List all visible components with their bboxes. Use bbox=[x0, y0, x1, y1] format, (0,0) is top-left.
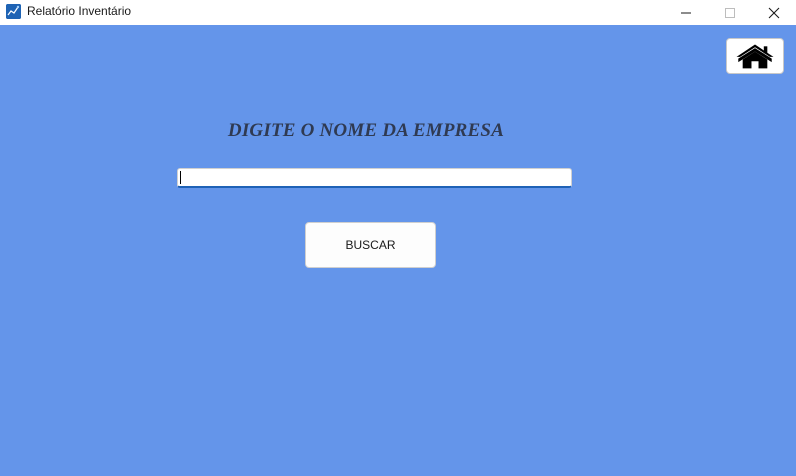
app-icon bbox=[6, 4, 21, 19]
close-icon bbox=[768, 7, 780, 18]
company-name-prompt: DIGITE O NOME DA EMPRESA bbox=[227, 120, 505, 141]
maximize-icon bbox=[725, 7, 735, 18]
window-title: Relatório Inventário bbox=[27, 4, 132, 18]
company-name-input[interactable] bbox=[177, 168, 572, 188]
text-caret bbox=[180, 171, 181, 184]
maximize-button[interactable] bbox=[708, 0, 752, 25]
home-icon bbox=[736, 44, 774, 69]
title-bar[interactable]: Relatório Inventário bbox=[0, 0, 796, 25]
app-window: Relatório Inventário DIGITE O NOME DA EM bbox=[0, 0, 796, 476]
home-button[interactable] bbox=[726, 38, 784, 74]
search-button[interactable]: BUSCAR bbox=[305, 222, 436, 268]
minimize-button[interactable] bbox=[664, 0, 708, 25]
minimize-icon bbox=[681, 12, 691, 13]
close-button[interactable] bbox=[752, 0, 796, 25]
